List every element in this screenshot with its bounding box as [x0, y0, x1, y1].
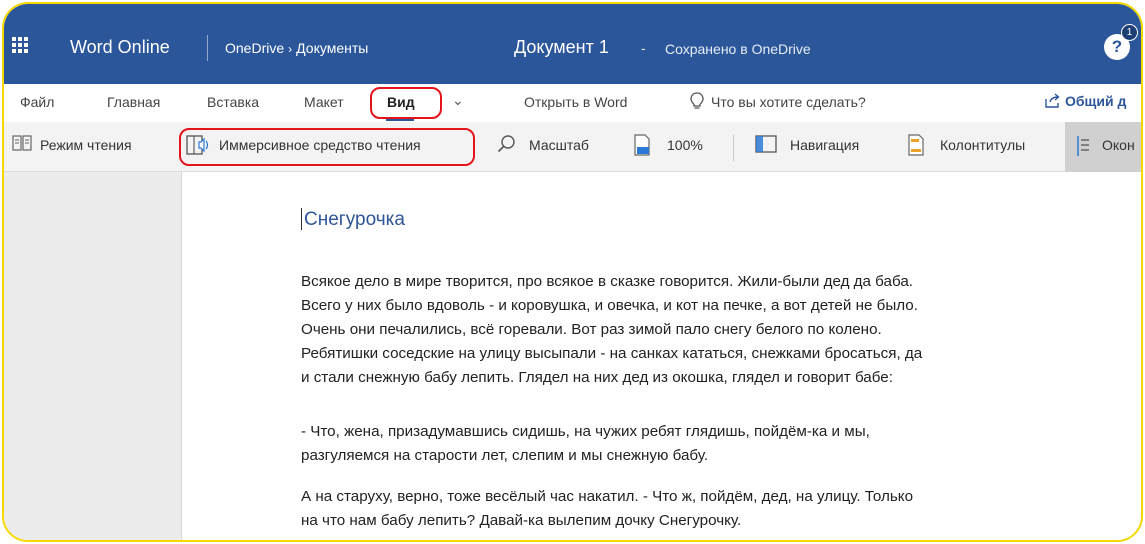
lightbulb-icon	[690, 92, 704, 109]
navigation-button[interactable]: Навигация	[790, 137, 859, 153]
text-line: Очень они печалились, всё горевали. Вот …	[301, 321, 882, 338]
headers-footers-icon	[908, 134, 924, 156]
tell-me-search[interactable]: Что вы хотите сделать?	[711, 94, 866, 110]
text-line: Всякое дело в мире творится, про всякое …	[301, 273, 913, 290]
text-line: А на старуху, верно, тоже весёлый час на…	[301, 488, 914, 505]
notification-badge: 1	[1121, 24, 1138, 41]
document-title[interactable]: Документ 1	[514, 37, 609, 58]
zoom-100-button[interactable]: 100%	[667, 137, 703, 153]
reading-mode-icon	[12, 135, 32, 151]
chevron-down-icon[interactable]: ⌄	[452, 92, 464, 109]
zoom-button[interactable]: Масштаб	[529, 137, 589, 153]
text-line: разгуляемся на старости лет, слепим и мы…	[301, 447, 709, 464]
ribbon-divider	[733, 135, 734, 161]
text-cursor	[301, 208, 302, 230]
text-line: на что нам бабу лепить? Давай-ка вылепим…	[301, 512, 742, 529]
open-in-word-button[interactable]: Открыть в Word	[524, 94, 627, 110]
paragraph-1[interactable]: Всякое дело в мире творится, про всякое …	[301, 270, 1021, 390]
share-button[interactable]: Общий д	[1045, 93, 1126, 109]
paragraph-2[interactable]: - Что, жена, призадумавшись сидишь, на ч…	[301, 420, 1021, 468]
tab-view-highlight	[370, 87, 442, 119]
tab-file[interactable]: Файл	[20, 94, 54, 110]
text-line: и стали снежную бабу лепить. Глядел на н…	[301, 369, 893, 386]
window-label: Окон	[1102, 137, 1135, 153]
tab-home[interactable]: Главная	[107, 94, 160, 110]
ribbon-view: Режим чтения Иммерсивное средство чтения…	[4, 122, 1141, 172]
share-icon	[1045, 93, 1060, 108]
title-dash: -	[641, 40, 646, 56]
share-label: Общий д	[1065, 93, 1127, 109]
immersive-reader-button[interactable]: Иммерсивное средство чтения	[219, 137, 421, 153]
tab-layout[interactable]: Макет	[304, 94, 344, 110]
document-canvas[interactable]: Снегурочка Всякое дело в мире творится, …	[183, 172, 1141, 540]
app-name[interactable]: Word Online	[70, 37, 170, 58]
menu-tabs: Файл Главная Вставка Макет Вид ⌄ Открыть…	[4, 84, 1141, 122]
title-divider	[207, 35, 208, 61]
chevron-right-icon: ›	[288, 42, 293, 56]
document-heading[interactable]: Снегурочка	[304, 209, 405, 231]
text-line: Всего у них было вдоволь - и коровушка, …	[301, 297, 918, 314]
breadcrumb-documents[interactable]: Документы	[296, 40, 368, 56]
text-line: Ребятишки соседские на улицу высыпали - …	[301, 345, 923, 362]
breadcrumb: OneDrive › Документы	[225, 40, 368, 56]
title-bar: Word Online OneDrive › Документы Документ …	[4, 4, 1141, 84]
zoom-100-icon	[634, 134, 650, 156]
app-launcher-icon[interactable]	[12, 37, 28, 53]
text-line: - Что, жена, призадумавшись сидишь, на ч…	[301, 423, 870, 440]
screenshot-frame: Word Online OneDrive › Документы Документ …	[2, 2, 1143, 542]
save-status: Сохранено в OneDrive	[665, 41, 811, 57]
window-button[interactable]: Окон	[1065, 122, 1141, 172]
zoom-icon	[497, 135, 515, 153]
left-pane	[4, 172, 182, 540]
navigation-pane-icon	[755, 135, 777, 153]
window-icon	[1077, 136, 1089, 156]
headers-footers-button[interactable]: Колонтитулы	[940, 137, 1025, 153]
breadcrumb-onedrive[interactable]: OneDrive	[225, 40, 284, 56]
paragraph-3[interactable]: А на старуху, верно, тоже весёлый час на…	[301, 485, 1021, 533]
immersive-reader-icon	[186, 135, 209, 155]
tab-insert[interactable]: Вставка	[207, 94, 259, 110]
reading-mode-button[interactable]: Режим чтения	[40, 137, 132, 153]
